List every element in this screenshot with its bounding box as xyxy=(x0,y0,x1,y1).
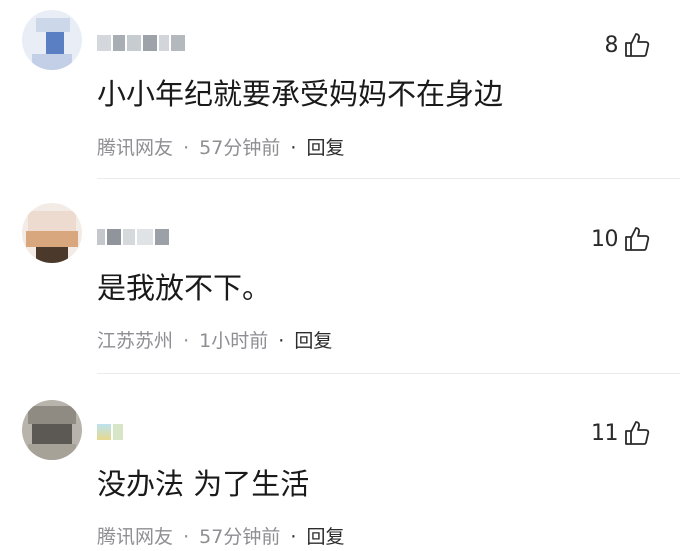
username-text: 网友 xyxy=(97,32,99,33)
like-count: 8 xyxy=(604,32,619,58)
separator: · xyxy=(290,526,297,548)
reply-button[interactable]: 回复 xyxy=(294,330,332,352)
comment-text: 小小年纪就要承受妈妈不在身边 xyxy=(97,77,504,111)
location: 江苏苏州 xyxy=(97,330,174,352)
thumbs-up-icon xyxy=(625,421,650,445)
separator: · xyxy=(278,330,285,352)
username-text: 网友 xyxy=(97,421,99,422)
separator: · xyxy=(183,526,190,548)
comment-meta: 江苏苏州 · 1小时前 · 回复 xyxy=(97,326,332,353)
username[interactable]: 网友 xyxy=(97,226,169,248)
separator: · xyxy=(183,330,190,352)
separator: · xyxy=(183,137,190,159)
like-button[interactable]: 10 xyxy=(591,224,650,254)
username[interactable]: 网友 xyxy=(97,421,123,443)
timestamp: 57分钟前 xyxy=(199,137,281,159)
avatar[interactable] xyxy=(22,10,82,70)
like-button[interactable]: 8 xyxy=(605,30,651,60)
comment-text: 是我放不下。 xyxy=(97,271,272,305)
comment-meta: 腾讯网友 · 57分钟前 · 回复 xyxy=(97,522,345,549)
username[interactable]: 网友 xyxy=(97,32,185,54)
like-count: 11 xyxy=(591,420,619,446)
comment-item-3: 网友 11 没办法 为了生活 腾讯网友 · 57分钟前 · 回复 xyxy=(0,375,680,551)
like-count: 10 xyxy=(591,226,619,252)
like-button[interactable]: 11 xyxy=(591,418,650,448)
thumbs-up-icon xyxy=(625,227,650,251)
timestamp: 1小时前 xyxy=(199,330,269,352)
separator: · xyxy=(290,137,297,159)
avatar[interactable] xyxy=(22,203,82,263)
divider xyxy=(97,373,680,374)
avatar[interactable] xyxy=(22,400,82,460)
reply-button[interactable]: 回复 xyxy=(306,137,344,159)
location: 腾讯网友 xyxy=(97,137,174,159)
comment-item-1: 网友 8 小小年纪就要承受妈妈不在身边 腾讯网友 · 57分钟前 · 回复 xyxy=(0,0,680,180)
thumbs-up-icon xyxy=(625,33,650,57)
reply-button[interactable]: 回复 xyxy=(306,526,344,548)
comment-item-2: 网友 10 是我放不下。 江苏苏州 · 1小时前 · 回复 xyxy=(0,180,680,375)
location: 腾讯网友 xyxy=(97,526,174,548)
timestamp: 57分钟前 xyxy=(199,526,281,548)
divider xyxy=(97,178,680,179)
comment-text: 没办法 为了生活 xyxy=(97,467,310,501)
comment-meta: 腾讯网友 · 57分钟前 · 回复 xyxy=(97,133,345,160)
username-text: 网友 xyxy=(97,226,99,227)
